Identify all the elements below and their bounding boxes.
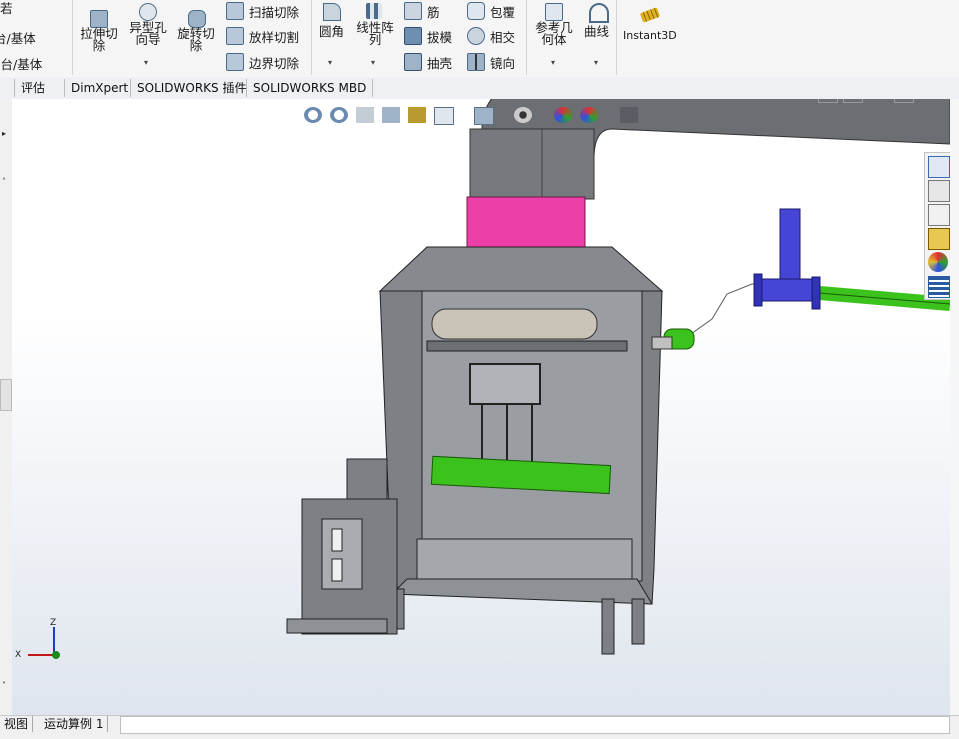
reference-geometry-dropdown-icon[interactable]: ▾ bbox=[551, 58, 555, 67]
expand-arrow-icon[interactable]: ▸ bbox=[2, 129, 6, 138]
boundary-cut-button[interactable]: 边界切除 bbox=[249, 53, 299, 72]
draft-button[interactable]: 拔模 bbox=[427, 27, 452, 46]
custom-properties-icon[interactable] bbox=[928, 276, 950, 298]
hole-wizard-dropdown-icon[interactable]: ▾ bbox=[144, 58, 148, 67]
rib-icon bbox=[404, 2, 422, 20]
triad-z-label: Z bbox=[50, 618, 57, 628]
tab-model-view[interactable]: 视图 bbox=[0, 716, 34, 732]
tab-solidworks-mbd[interactable]: SOLIDWORKS MBD bbox=[246, 79, 374, 97]
revolve-cut-label-2: 除 bbox=[189, 38, 203, 53]
scroll-down-icon[interactable]: ˅ bbox=[2, 681, 6, 690]
tab-dimxpert[interactable]: DimXpert bbox=[64, 79, 134, 97]
scroll-up-icon[interactable]: ˄ bbox=[2, 177, 6, 186]
hide-show-icon[interactable] bbox=[514, 107, 532, 123]
apply-scene-icon[interactable] bbox=[580, 107, 598, 123]
wrap-icon bbox=[467, 2, 485, 20]
linear-pattern-label-2: 列 bbox=[368, 32, 382, 47]
restore-icon[interactable] bbox=[894, 99, 914, 103]
intersect-button[interactable]: 相交 bbox=[490, 27, 515, 46]
curves-label: 曲线 bbox=[584, 24, 610, 39]
view-orientation-icon[interactable] bbox=[434, 107, 454, 125]
shell-icon bbox=[404, 53, 422, 71]
instant3d-label: Instant3D bbox=[623, 29, 677, 42]
extrude-cut-label-2: 除 bbox=[92, 38, 106, 53]
blue-valve bbox=[753, 208, 821, 310]
exhaust-duct bbox=[469, 99, 950, 200]
design-library-icon[interactable] bbox=[928, 180, 950, 202]
tab-solidworks-addins[interactable]: SOLIDWORKS 插件 bbox=[130, 79, 252, 97]
tab-motion-study-1[interactable]: 运动算例 1 bbox=[40, 716, 109, 732]
appearances-icon[interactable] bbox=[928, 252, 948, 272]
pane-splitter-handle[interactable] bbox=[0, 379, 12, 411]
hood-top bbox=[378, 246, 664, 292]
lofted-cut-button[interactable]: 放样切割 bbox=[249, 27, 299, 46]
view-settings-icon[interactable] bbox=[620, 107, 638, 123]
ruler-icon bbox=[639, 7, 661, 23]
command-manager-tabs: 评估 DimXpert SOLIDWORKS 插件 SOLIDWORKS MBD bbox=[0, 77, 959, 100]
section-view-icon[interactable] bbox=[382, 107, 400, 123]
command-ribbon: 若 台/基体 凸台/基体 拉伸切 除 异型孔 向导 ▾ 旋转切 除 扫描切除 放… bbox=[0, 0, 959, 78]
lofted-cut-icon bbox=[226, 27, 244, 45]
vertical-scrollbar[interactable] bbox=[950, 99, 959, 715]
pink-collar bbox=[466, 196, 586, 248]
fillet-label: 圆角 bbox=[319, 24, 345, 39]
linear-pattern-icon bbox=[366, 3, 382, 19]
edit-appearance-icon[interactable] bbox=[554, 107, 572, 123]
hole-wizard-label-2: 向导 bbox=[135, 32, 161, 47]
bottom-tab-bar: 视图 运动算例 1 bbox=[0, 715, 959, 739]
graphics-area[interactable]: Z X ✕ bbox=[12, 99, 950, 715]
linear-pattern-dropdown-icon[interactable]: ▾ bbox=[371, 58, 375, 67]
display-style-icon[interactable] bbox=[474, 107, 494, 125]
fillet-icon bbox=[323, 3, 341, 21]
home-icon[interactable] bbox=[928, 156, 950, 178]
previous-view-icon[interactable] bbox=[356, 107, 374, 123]
boss-base-button[interactable]: 台/基体 bbox=[0, 28, 36, 47]
axis-triad bbox=[28, 627, 60, 659]
zoom-area-icon[interactable] bbox=[330, 107, 348, 123]
wrap-button[interactable]: 包覆 bbox=[490, 2, 515, 21]
boundary-cut-icon bbox=[226, 53, 244, 71]
curves-icon bbox=[589, 3, 609, 23]
hole-wizard-icon bbox=[139, 3, 157, 21]
lofted-boss-button[interactable]: 凸台/基体 bbox=[0, 54, 42, 73]
ribbon-partial-label: 若 bbox=[0, 1, 13, 16]
close-icon[interactable]: ✕ bbox=[920, 99, 938, 101]
file-explorer-icon[interactable] bbox=[928, 204, 950, 226]
mirror-icon bbox=[467, 53, 485, 71]
bottom-tray bbox=[390, 538, 653, 605]
view-palette-icon[interactable] bbox=[928, 228, 950, 250]
curves-dropdown-icon[interactable]: ▾ bbox=[594, 58, 598, 67]
model-scene bbox=[28, 99, 950, 659]
intersect-icon bbox=[467, 27, 485, 45]
rib-button[interactable]: 筋 bbox=[427, 2, 440, 21]
mirror-button[interactable]: 镜向 bbox=[490, 53, 515, 72]
dynamic-annotation-icon[interactable] bbox=[408, 107, 426, 123]
task-pane-tabs bbox=[924, 152, 952, 300]
swept-cut-button[interactable]: 扫描切除 bbox=[249, 2, 299, 21]
shell-button[interactable]: 抽壳 bbox=[427, 53, 452, 72]
reference-geometry-label-2: 何体 bbox=[541, 32, 567, 47]
fillet-dropdown-icon[interactable]: ▾ bbox=[328, 58, 332, 67]
draft-icon bbox=[404, 27, 422, 45]
horizontal-scrollbar[interactable] bbox=[120, 716, 950, 734]
tab-evaluate[interactable]: 评估 bbox=[14, 79, 51, 97]
reference-geometry-icon bbox=[545, 3, 563, 21]
tile-horizontal-icon[interactable] bbox=[818, 99, 838, 103]
zoom-fit-icon[interactable] bbox=[304, 107, 322, 123]
swept-cut-icon bbox=[226, 2, 244, 20]
triad-x-label: X bbox=[15, 650, 22, 660]
side-cabinet bbox=[286, 458, 398, 635]
tile-vertical-icon[interactable] bbox=[843, 99, 863, 103]
